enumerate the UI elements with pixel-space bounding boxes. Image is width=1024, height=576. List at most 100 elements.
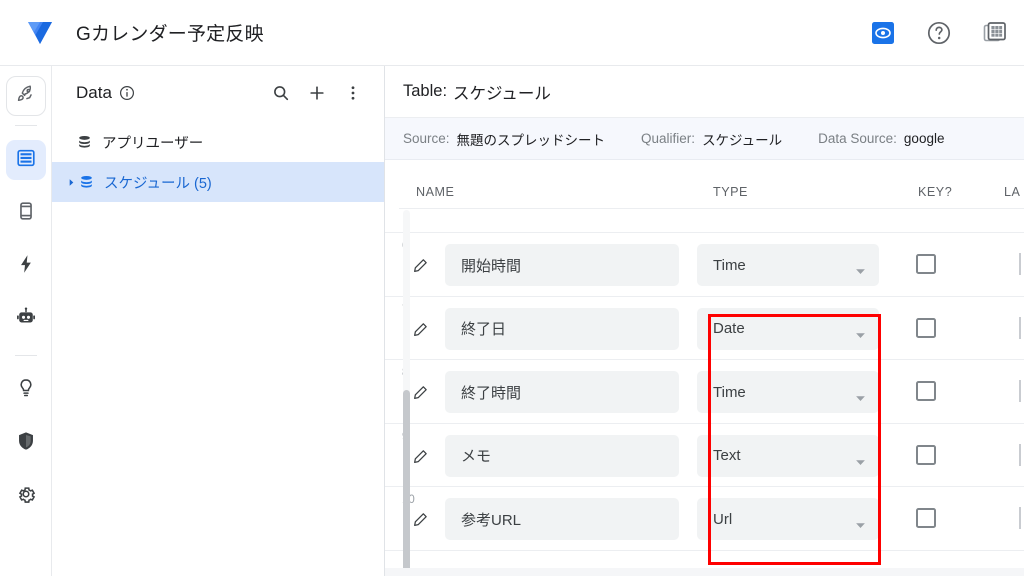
column-type-select[interactable]: Time xyxy=(697,244,879,286)
table-row[interactable]: 6 開始時間 Time xyxy=(385,233,1024,297)
left-nav-rail xyxy=(0,66,52,576)
table-title-prefix: Table: xyxy=(403,82,447,101)
column-name-input[interactable]: 終了日 xyxy=(445,308,679,350)
sidebar-item-data[interactable] xyxy=(6,140,46,180)
rail-divider-bottom xyxy=(15,355,37,356)
table-row-partial xyxy=(385,208,1024,233)
column-type-value: Url xyxy=(713,511,732,528)
data-panel: Data xyxy=(52,66,385,576)
question-circle-icon[interactable] xyxy=(924,18,954,48)
list-item-label: アプリユーザー xyxy=(102,132,203,153)
table-title-value: スケジュール xyxy=(453,80,551,104)
key-checkbox[interactable] xyxy=(916,381,936,401)
columns-table: 6 開始時間 Time 7 xyxy=(385,208,1024,574)
edit-pencil-icon[interactable] xyxy=(413,322,428,342)
datasource-label: Data Source: xyxy=(818,131,897,146)
column-name-input[interactable]: 終了時間 xyxy=(445,371,679,413)
column-type-value: Text xyxy=(713,447,741,464)
label-column-edge xyxy=(1019,380,1021,402)
column-type-value: Date xyxy=(713,320,745,337)
column-header-type[interactable]: TYPE xyxy=(713,185,748,199)
rocket-icon xyxy=(15,83,37,110)
gear-icon xyxy=(15,483,37,510)
sidebar-item-app[interactable] xyxy=(6,193,46,233)
table-editor-pane: Table: スケジュール Source: 無題のスプレッドシート Qualif… xyxy=(385,66,1024,576)
eye-icon[interactable] xyxy=(868,18,898,48)
key-checkbox[interactable] xyxy=(916,445,936,465)
chevron-right-icon[interactable] xyxy=(64,178,78,187)
top-bar-actions xyxy=(868,0,1010,66)
app-title: Gカレンダー予定反映 xyxy=(76,19,264,46)
list-item-app-users[interactable]: アプリユーザー xyxy=(52,122,384,162)
table-row[interactable]: 10 参考URL Url xyxy=(385,487,1024,551)
sidebar-item-automation[interactable] xyxy=(6,246,46,286)
qualifier-value[interactable]: スケジュール xyxy=(702,129,782,149)
add-icon[interactable] xyxy=(304,80,330,106)
shield-icon xyxy=(15,430,37,457)
qualifier-label: Qualifier: xyxy=(641,131,695,146)
rail-divider-top xyxy=(15,125,37,126)
appsheet-editor-window: Gカレンダー予定反映 xyxy=(0,0,1024,576)
list-item-label: スケジュール (5) xyxy=(104,172,212,193)
page-title: Table: スケジュール xyxy=(385,66,1024,118)
database-icon xyxy=(78,174,95,191)
grid-stack-icon[interactable] xyxy=(980,18,1010,48)
chevron-down-icon[interactable] xyxy=(855,326,866,343)
column-type-select[interactable]: Url xyxy=(697,498,879,540)
column-type-select[interactable]: Date xyxy=(697,308,879,350)
search-icon[interactable] xyxy=(268,80,294,106)
sidebar-item-settings[interactable] xyxy=(6,476,46,516)
table-scrollbar-thumb[interactable] xyxy=(403,390,410,572)
more-vert-icon[interactable] xyxy=(340,80,366,106)
column-name-input[interactable]: メモ xyxy=(445,435,679,477)
data-source-list: アプリユーザー スケジュール (5) xyxy=(52,120,384,202)
datasource-value[interactable]: google xyxy=(904,131,945,146)
sidebar-item-intelligence[interactable] xyxy=(6,299,46,339)
top-bar: Gカレンダー予定反映 xyxy=(0,0,1024,66)
chevron-down-icon[interactable] xyxy=(855,389,866,406)
pane-bottom-edge xyxy=(385,568,1024,576)
chevron-down-icon[interactable] xyxy=(855,516,866,533)
list-item-schedule[interactable]: スケジュール (5) xyxy=(52,162,384,202)
key-checkbox[interactable] xyxy=(916,508,936,528)
table-row[interactable]: 8 終了時間 Time xyxy=(385,360,1024,424)
table-metadata-bar: Source: 無題のスプレッドシート Qualifier: スケジュール Da… xyxy=(385,118,1024,160)
column-headers: NAME TYPE KEY? LA xyxy=(385,160,1024,208)
robot-icon xyxy=(15,306,37,333)
label-column-edge xyxy=(1019,317,1021,339)
source-value[interactable]: 無題のスプレッドシート xyxy=(457,129,606,149)
sidebar-item-security[interactable] xyxy=(6,423,46,463)
database-icon xyxy=(15,147,37,174)
source-label: Source: xyxy=(403,131,450,146)
sidebar-item-ideas[interactable] xyxy=(6,370,46,410)
edit-pencil-icon[interactable] xyxy=(413,512,428,532)
label-column-edge xyxy=(1019,253,1021,275)
bulb-icon xyxy=(15,377,37,404)
edit-pencil-icon[interactable] xyxy=(413,258,428,278)
data-panel-title: Data xyxy=(76,83,112,103)
mobile-icon xyxy=(15,200,37,227)
bolt-icon xyxy=(15,253,37,280)
key-checkbox[interactable] xyxy=(916,318,936,338)
table-row[interactable]: 9 メモ Text xyxy=(385,424,1024,488)
database-icon xyxy=(76,134,93,151)
edit-pencil-icon[interactable] xyxy=(413,385,428,405)
column-name-input[interactable]: 開始時間 xyxy=(445,244,679,286)
column-header-key[interactable]: KEY? xyxy=(918,185,952,199)
column-name-input[interactable]: 参考URL xyxy=(445,498,679,540)
label-column-edge xyxy=(1019,444,1021,466)
chevron-down-icon[interactable] xyxy=(855,453,866,470)
column-header-name[interactable]: NAME xyxy=(416,185,454,199)
column-type-select[interactable]: Text xyxy=(697,435,879,477)
column-type-value: Time xyxy=(713,257,746,274)
edit-pencil-icon[interactable] xyxy=(413,449,428,469)
info-circle-icon[interactable] xyxy=(119,85,135,101)
column-type-select[interactable]: Time xyxy=(697,371,879,413)
chevron-down-icon[interactable] xyxy=(855,262,866,279)
label-column-edge xyxy=(1019,507,1021,529)
key-checkbox[interactable] xyxy=(916,254,936,274)
sidebar-item-deploy[interactable] xyxy=(6,76,46,116)
column-header-label[interactable]: LA xyxy=(1004,185,1020,199)
appsheet-logo-icon[interactable] xyxy=(18,11,62,55)
table-row[interactable]: 7 終了日 Date xyxy=(385,297,1024,361)
